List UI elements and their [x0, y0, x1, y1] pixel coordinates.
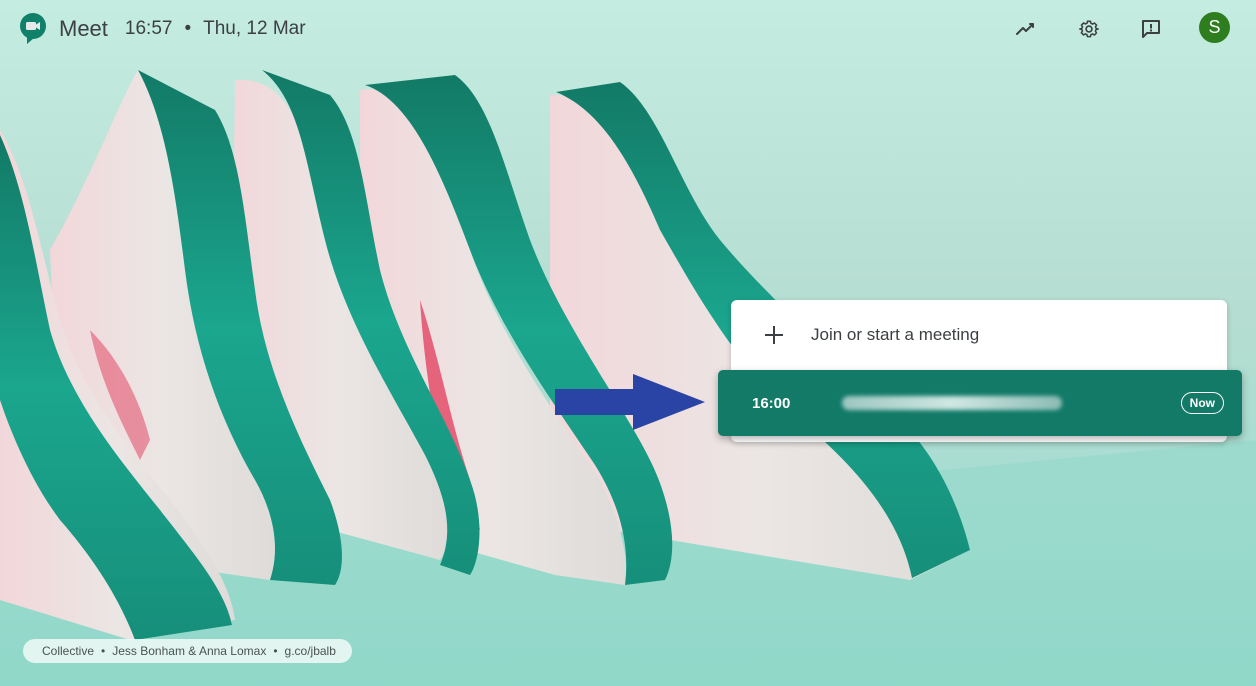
credit-link[interactable]: g.co/jbalb [285, 644, 336, 658]
feedback-button[interactable] [1136, 14, 1166, 44]
separator-dot: • [184, 18, 192, 39]
top-bar: Meet 16:57 • Thu, 12 Mar S [0, 0, 1256, 58]
settings-gear-icon [1079, 20, 1099, 38]
plus-icon [763, 324, 785, 346]
app-name: Meet [59, 16, 108, 41]
credit-separator: • [273, 644, 278, 658]
brand[interactable]: Meet 16:57 • Thu, 12 Mar [19, 12, 306, 46]
current-time: 16:57 [124, 18, 173, 39]
credit-collection: Collective [42, 644, 95, 658]
troubleshooting-button[interactable] [1011, 14, 1041, 44]
current-date: Thu, 12 Mar [203, 18, 306, 39]
credit-separator: • [101, 644, 106, 658]
feedback-icon [1142, 20, 1160, 38]
join-or-start-meeting-button[interactable]: Join or start a meeting [731, 300, 1227, 370]
meeting-title-blurred: (blurred meeting name) [842, 396, 1062, 410]
meet-logo-icon [20, 13, 46, 44]
activity-trend-icon [1016, 23, 1034, 35]
account-avatar[interactable]: S [1199, 12, 1230, 43]
annotation-arrow-icon [555, 374, 705, 430]
settings-button[interactable] [1074, 14, 1104, 44]
credit-artists: Jess Bonham & Anna Lomax [112, 644, 267, 658]
meeting-time: 16:00 [752, 394, 791, 412]
scheduled-meeting-item[interactable]: 16:00 (blurred meeting name) Now [718, 370, 1242, 436]
now-badge: Now [1180, 392, 1224, 414]
join-label: Join or start a meeting [811, 325, 980, 344]
artwork-credit[interactable]: Collective • Jess Bonham & Anna Lomax • … [23, 639, 352, 663]
